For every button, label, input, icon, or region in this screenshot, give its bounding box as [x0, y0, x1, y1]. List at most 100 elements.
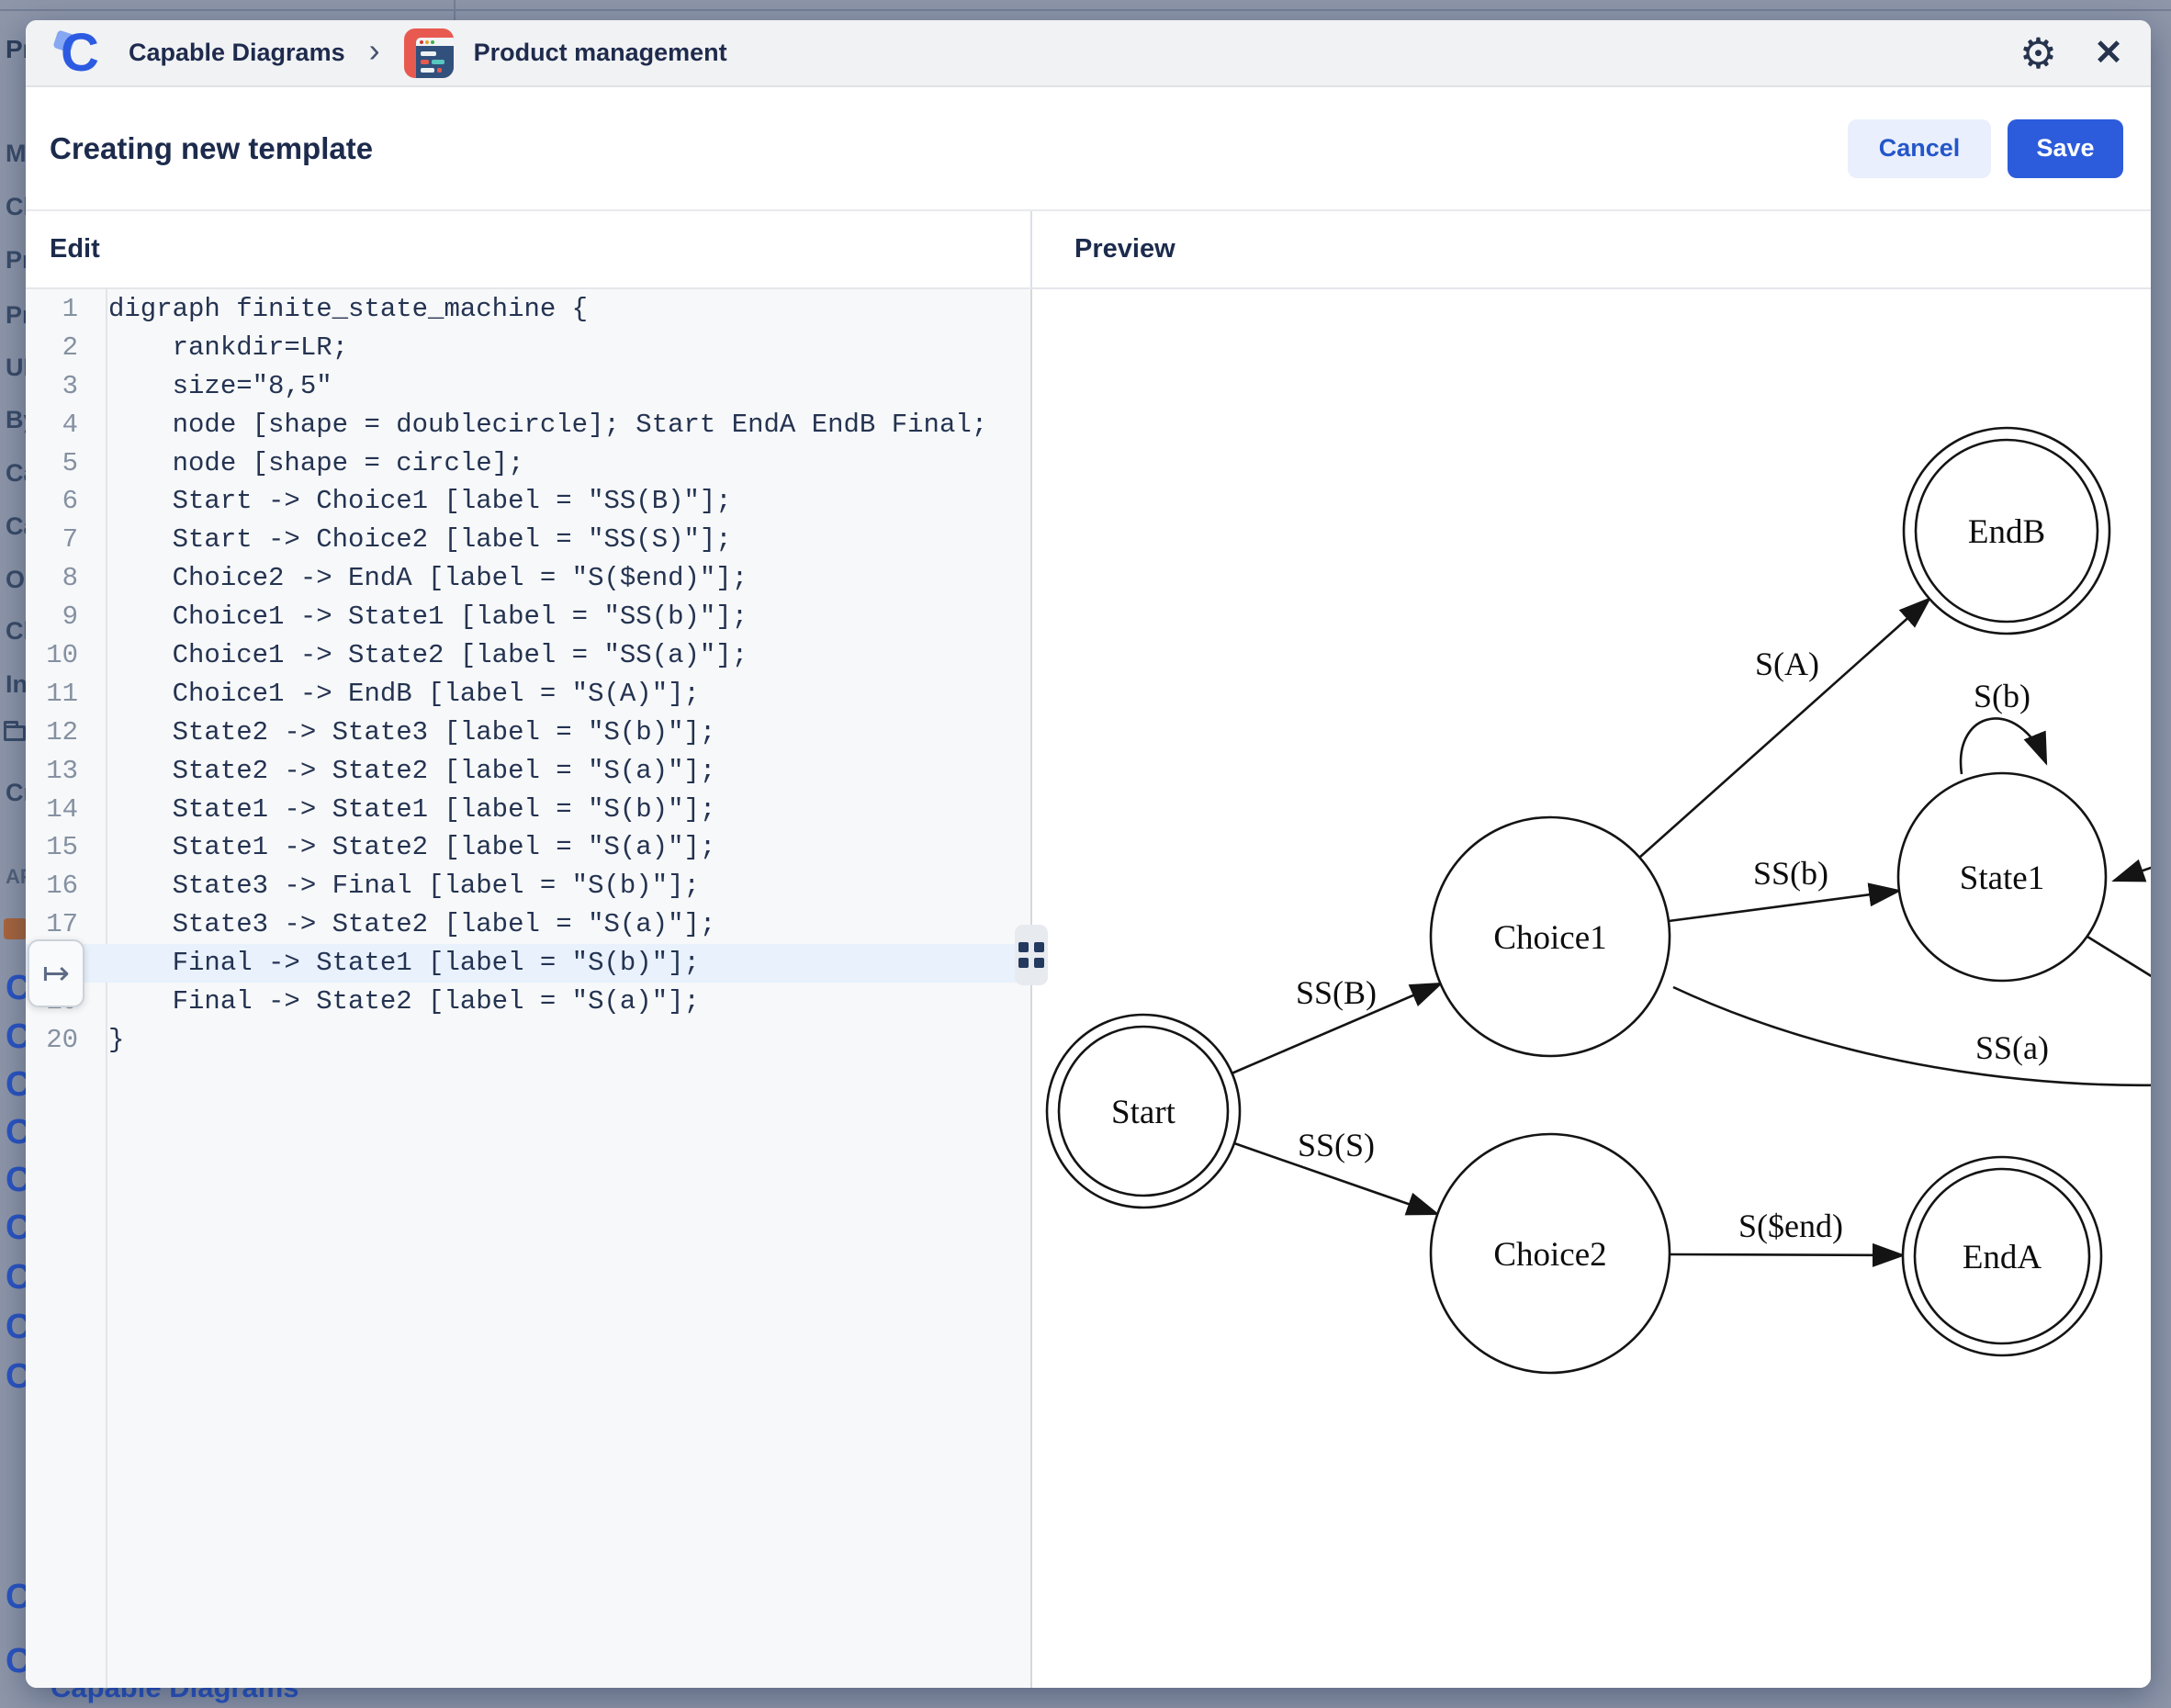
breadcrumb-chevron-icon: ›: [369, 34, 380, 67]
code-text[interactable]: State2 -> State3 [label = "S(b)"];: [93, 714, 715, 752]
code-text[interactable]: Choice2 -> EndA [label = "S($end)"];: [93, 559, 748, 598]
code-line[interactable]: 2 rankdir=LR;: [26, 329, 1030, 367]
icon-folder: [4, 725, 26, 741]
icon-chart: [4, 918, 26, 939]
code-text[interactable]: Choice1 -> State1 [label = "SS(b)"];: [93, 598, 748, 636]
code-text[interactable]: }: [93, 1021, 124, 1060]
code-line[interactable]: 16 State3 -> Final [label = "S(b)"];: [26, 867, 1030, 905]
code-line[interactable]: 12 State2 -> State3 [label = "S(b)"];: [26, 714, 1030, 752]
code-line[interactable]: 19 Final -> State2 [label = "S(a)"];: [26, 983, 1030, 1021]
code-text[interactable]: Choice1 -> State2 [label = "SS(a)"];: [93, 636, 748, 675]
node-label-EndB: EndB: [1968, 513, 2045, 551]
state-machine-diagram: SS(B)SS(S)S(A)SS(b)SS(a)S(b)S($end)Start…: [1032, 289, 2151, 1686]
backdrop-sidebar-fragment: C: [6, 1578, 26, 1617]
split-drag-handle-icon[interactable]: [1015, 925, 1048, 985]
backdrop-sidebar-fragment: Pr: [6, 301, 26, 330]
code-text[interactable]: Final -> State2 [label = "S(a)"];: [93, 983, 700, 1021]
code-line[interactable]: 10 Choice1 -> State2 [label = "SS(a)"];: [26, 636, 1030, 675]
line-number: 2: [26, 329, 93, 367]
code-text[interactable]: State3 -> State2 [label = "S(a)"];: [93, 905, 715, 944]
close-modal-button[interactable]: ✕: [2094, 36, 2123, 71]
edge-Final-to-State1: [2114, 857, 2151, 881]
backdrop-sidebar-fragment: C: [6, 1161, 26, 1200]
capable-diagrams-logo-icon: C: [53, 27, 107, 80]
line-number: 7: [26, 521, 93, 559]
code-line[interactable]: 14 State1 -> State1 [label = "S(b)"];: [26, 791, 1030, 829]
line-number: 17: [26, 905, 93, 944]
save-button[interactable]: Save: [2008, 119, 2123, 178]
backdrop-sidebar-fragment: Cl: [6, 193, 26, 221]
code-line[interactable]: 17 State3 -> State2 [label = "S(a)"];: [26, 905, 1030, 944]
code-text[interactable]: Start -> Choice2 [label = "SS(S)"];: [93, 521, 732, 559]
code-text[interactable]: Final -> State1 [label = "S(b)"];: [93, 944, 700, 983]
line-number: 8: [26, 559, 93, 598]
pane-headings-row: Edit Preview: [26, 209, 2151, 289]
code-line[interactable]: 11 Choice1 -> EndB [label = "S(A)"];: [26, 675, 1030, 714]
breadcrumb-page-name[interactable]: Product management: [474, 39, 727, 67]
breadcrumb-app-name[interactable]: Capable Diagrams: [129, 39, 345, 67]
code-line[interactable]: 9 Choice1 -> State1 [label = "SS(b)"];: [26, 598, 1030, 636]
backdrop-sidebar-fragment: Ca: [6, 512, 26, 541]
node-label-Choice1: Choice1: [1493, 919, 1606, 957]
line-number: 13: [26, 752, 93, 791]
edge-Choice1-to-State1: [1669, 891, 1899, 921]
backdrop-sidebar-fragment: C: [6, 1208, 26, 1248]
backdrop-panel-border: [454, 0, 456, 20]
code-line[interactable]: 4 node [shape = doublecircle]; Start End…: [26, 406, 1030, 444]
edit-pane-heading: Edit: [50, 234, 100, 264]
code-text[interactable]: rankdir=LR;: [93, 329, 348, 367]
edge-Choice2-to-EndA: [1670, 1254, 1903, 1255]
preview-pane-heading: Preview: [1074, 234, 1175, 264]
node-label-State1: State1: [1960, 860, 2044, 897]
code-text[interactable]: node [shape = circle];: [93, 444, 523, 483]
dot-code-editor[interactable]: ↦ 1digraph finite_state_machine {2 rankd…: [26, 289, 1030, 1688]
cursor-position-button[interactable]: ↦: [28, 939, 84, 1007]
backdrop-sidebar-fragment: C: [6, 1642, 26, 1681]
backdrop-sidebar-fragment: C: [6, 1357, 26, 1397]
code-line[interactable]: 7 Start -> Choice2 [label = "SS(S)"];: [26, 521, 1030, 559]
split-divider[interactable]: [1030, 289, 1032, 1688]
code-text[interactable]: State1 -> State1 [label = "S(b)"];: [93, 791, 715, 829]
code-text[interactable]: node [shape = doublecircle]; Start EndA …: [93, 406, 987, 444]
backdrop-sidebar-fragment: Ca: [6, 459, 26, 488]
backdrop-sidebar-fragment: Cr: [6, 779, 26, 807]
line-number: 1: [26, 290, 93, 329]
code-line[interactable]: 18 Final -> State1 [label = "S(b)"];: [26, 944, 1030, 983]
node-label-EndA: EndA: [1963, 1239, 2042, 1276]
new-template-modal: C Capable Diagrams › Product management …: [26, 20, 2151, 1688]
edge-Choice1-to-EndB: [1639, 599, 1929, 858]
code-text[interactable]: State2 -> State2 [label = "S(a)"];: [93, 752, 715, 791]
page-title: Creating new template: [50, 131, 373, 166]
product-management-icon: [404, 28, 454, 78]
edge-State1-to-State2: [2087, 937, 2151, 996]
code-text[interactable]: State3 -> Final [label = "S(b)"];: [93, 867, 700, 905]
code-line[interactable]: 1digraph finite_state_machine {: [26, 290, 1030, 329]
code-text[interactable]: Choice1 -> EndB [label = "S(A)"];: [93, 675, 700, 714]
backdrop-sidebar-fragment: C: [6, 1017, 26, 1057]
backdrop-sidebar-fragment: C: [6, 1258, 26, 1298]
line-number: 5: [26, 444, 93, 483]
code-line[interactable]: 15 State1 -> State2 [label = "S(a)"];: [26, 828, 1030, 867]
code-text[interactable]: digraph finite_state_machine {: [93, 290, 588, 329]
backdrop-sidebar-fragment: C: [6, 969, 26, 1008]
backdrop-sidebar-fragment: Cl: [6, 617, 26, 646]
code-text[interactable]: Start -> Choice1 [label = "SS(B)"];: [93, 482, 732, 521]
code-text[interactable]: State1 -> State2 [label = "S(a)"];: [93, 828, 715, 867]
line-number: 15: [26, 828, 93, 867]
code-line[interactable]: 13 State2 -> State2 [label = "S(a)"];: [26, 752, 1030, 791]
code-line[interactable]: 5 node [shape = circle];: [26, 444, 1030, 483]
cancel-button[interactable]: Cancel: [1848, 119, 1991, 178]
code-line[interactable]: 3 size="8,5": [26, 367, 1030, 406]
settings-gear-button[interactable]: ⚙: [2019, 32, 2057, 74]
code-line[interactable]: 20}: [26, 1021, 1030, 1060]
code-line[interactable]: 8 Choice2 -> EndA [label = "S($end)"];: [26, 559, 1030, 598]
line-number: 4: [26, 406, 93, 444]
line-number: 9: [26, 598, 93, 636]
line-number: 6: [26, 482, 93, 521]
line-number: 16: [26, 867, 93, 905]
line-number: 12: [26, 714, 93, 752]
node-label-Start: Start: [1111, 1094, 1176, 1131]
backdrop-sidebar-fragment: UI: [6, 354, 26, 382]
code-line[interactable]: 6 Start -> Choice1 [label = "SS(B)"];: [26, 482, 1030, 521]
code-text[interactable]: size="8,5": [93, 367, 332, 406]
